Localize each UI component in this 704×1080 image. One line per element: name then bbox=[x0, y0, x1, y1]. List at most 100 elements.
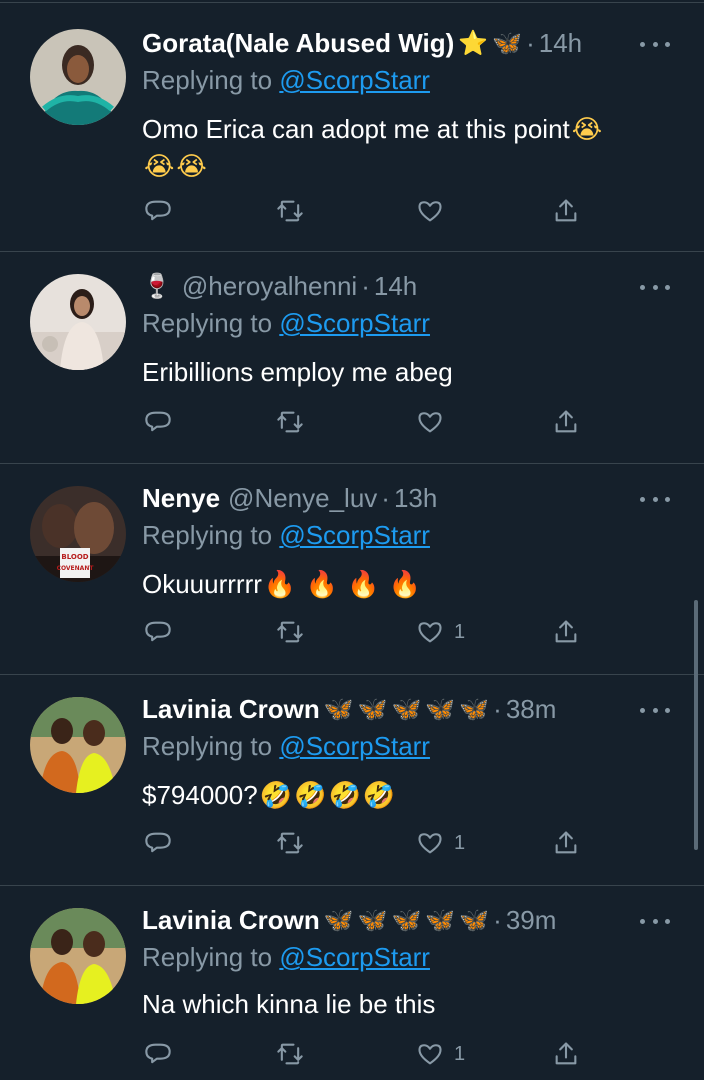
replying-prefix: Replying to bbox=[142, 731, 280, 761]
share-button[interactable] bbox=[552, 825, 580, 861]
replying-to: Replying to @ScorpStarr bbox=[142, 942, 430, 973]
timestamp[interactable]: 39m bbox=[506, 902, 557, 938]
retweet-button[interactable] bbox=[276, 1036, 304, 1072]
retweet-button[interactable] bbox=[276, 193, 304, 229]
replying-to: Replying to @ScorpStarr bbox=[142, 65, 430, 96]
tweet-text: Okuuurrrrr🔥 🔥 🔥 🔥 bbox=[142, 566, 662, 603]
like-button[interactable] bbox=[416, 404, 454, 440]
retweet-button[interactable] bbox=[276, 614, 304, 650]
reply-button[interactable] bbox=[144, 825, 172, 861]
replying-handle-link[interactable]: @ScorpStarr bbox=[279, 308, 430, 338]
like-count: 1 bbox=[454, 831, 466, 854]
avatar[interactable] bbox=[30, 908, 126, 1004]
reply-button[interactable] bbox=[144, 1036, 172, 1072]
replying-prefix: Replying to bbox=[142, 308, 280, 338]
share-icon bbox=[555, 831, 577, 854]
tweet[interactable]: Gorata(Nale Abused Wig) ⭐ 🦋 · 14h Replyi… bbox=[0, 2, 704, 252]
butterfly-emoji: 🦋 bbox=[357, 906, 388, 934]
replying-prefix: Replying to bbox=[142, 520, 280, 550]
timestamp[interactable]: 14h bbox=[539, 25, 582, 61]
display-name[interactable]: Lavinia Crown bbox=[142, 902, 320, 938]
scrollbar[interactable] bbox=[694, 600, 698, 850]
retweet-icon bbox=[277, 200, 303, 222]
more-icon[interactable] bbox=[640, 705, 670, 715]
retweet-button[interactable] bbox=[276, 825, 304, 861]
tweet-actions bbox=[142, 404, 592, 440]
reply-icon bbox=[145, 1043, 171, 1064]
replying-handle-link[interactable]: @ScorpStarr bbox=[279, 731, 430, 761]
retweet-button[interactable] bbox=[276, 404, 304, 440]
rofl-emoji: 🤣 bbox=[328, 781, 361, 811]
wine-glass-emoji: 🍷 bbox=[142, 272, 172, 300]
replying-handle-link[interactable]: @ScorpStarr bbox=[279, 520, 430, 550]
separator-dot: · bbox=[381, 483, 390, 513]
replying-handle-link[interactable]: @ScorpStarr bbox=[279, 65, 430, 95]
like-count: 1 bbox=[454, 620, 466, 643]
fire-emoji: 🔥 bbox=[388, 570, 422, 600]
display-name[interactable]: Lavinia Crown bbox=[142, 691, 320, 727]
share-button[interactable] bbox=[552, 614, 580, 650]
rofl-emoji: 🤣 bbox=[259, 781, 293, 811]
user-handle[interactable]: @heroyalhenni bbox=[182, 268, 357, 304]
separator-dot: · bbox=[493, 694, 502, 724]
like-count: 1 bbox=[454, 1042, 466, 1065]
like-button[interactable]: 1 bbox=[416, 825, 465, 861]
tweet-actions: 1 bbox=[142, 614, 592, 650]
timestamp[interactable]: 14h bbox=[374, 268, 417, 304]
butterfly-emoji: 🦋 bbox=[391, 906, 422, 934]
reply-icon bbox=[145, 621, 171, 642]
share-icon bbox=[555, 1042, 577, 1065]
tweet-actions: 1 bbox=[142, 825, 592, 861]
star-emoji: ⭐ bbox=[458, 29, 489, 57]
tweet[interactable]: BLOOD COVENANT Nenye @Nenye_luv · 13h Re… bbox=[0, 464, 704, 675]
like-button[interactable]: 1 bbox=[416, 614, 465, 650]
tweet[interactable]: Lavinia Crown 🦋 🦋 🦋 🦋 🦋 · 38m Replying t… bbox=[0, 675, 704, 886]
avatar-badge-text: COVENANT bbox=[57, 565, 95, 572]
reply-button[interactable] bbox=[144, 404, 172, 440]
share-button[interactable] bbox=[552, 193, 580, 229]
tweet-text: $794000?🤣🤣🤣🤣 bbox=[142, 777, 662, 814]
reply-button[interactable] bbox=[144, 193, 172, 229]
replying-to: Replying to @ScorpStarr bbox=[142, 308, 430, 339]
more-icon[interactable] bbox=[640, 916, 670, 926]
share-button[interactable] bbox=[552, 404, 580, 440]
tweet[interactable]: Lavinia Crown 🦋 🦋 🦋 🦋 🦋 · 39m Replying t… bbox=[0, 886, 704, 1080]
heart-icon bbox=[418, 201, 442, 222]
crying-emoji: 😭 bbox=[144, 152, 175, 182]
avatar-badge-text: BLOOD bbox=[61, 553, 88, 561]
display-name[interactable]: Gorata(Nale Abused Wig) bbox=[142, 25, 454, 61]
reply-icon bbox=[145, 832, 171, 853]
tweet-text: Omo Erica can adopt me at this point😭 😭😭 bbox=[142, 111, 662, 185]
like-button[interactable]: 1 bbox=[416, 1036, 465, 1072]
butterfly-emoji: 🦋 bbox=[459, 695, 490, 723]
replying-handle-link[interactable]: @ScorpStarr bbox=[279, 942, 430, 972]
avatar[interactable] bbox=[30, 274, 126, 370]
butterfly-emoji: 🦋 bbox=[492, 29, 523, 57]
tweet[interactable]: 🍷 @heroyalhenni · 14h Replying to @Scorp… bbox=[0, 252, 704, 464]
tweet-text-content: $794000? bbox=[142, 780, 258, 810]
avatar[interactable] bbox=[30, 29, 126, 125]
timestamp[interactable]: 13h bbox=[394, 480, 437, 516]
reply-icon bbox=[145, 200, 171, 221]
avatar-image bbox=[30, 29, 126, 125]
fire-emoji: 🔥 bbox=[263, 570, 297, 600]
replying-to: Replying to @ScorpStarr bbox=[142, 520, 430, 551]
like-button[interactable] bbox=[416, 193, 454, 229]
avatar[interactable] bbox=[30, 697, 126, 793]
reply-icon bbox=[145, 411, 171, 432]
more-icon[interactable] bbox=[640, 494, 670, 504]
user-handle[interactable]: @Nenye_luv bbox=[228, 480, 377, 516]
butterfly-emoji: 🦋 bbox=[425, 695, 456, 723]
butterfly-emoji: 🦋 bbox=[357, 695, 388, 723]
rofl-emoji: 🤣 bbox=[362, 781, 396, 811]
share-button[interactable] bbox=[552, 1036, 580, 1072]
reply-button[interactable] bbox=[144, 614, 172, 650]
more-icon[interactable] bbox=[640, 282, 670, 292]
timestamp[interactable]: 38m bbox=[506, 691, 557, 727]
avatar[interactable]: BLOOD COVENANT bbox=[30, 486, 126, 582]
heart-icon bbox=[418, 412, 442, 433]
more-icon[interactable] bbox=[640, 39, 670, 49]
retweet-icon bbox=[277, 411, 303, 433]
display-name[interactable]: Nenye bbox=[142, 480, 220, 516]
share-icon bbox=[555, 620, 577, 643]
